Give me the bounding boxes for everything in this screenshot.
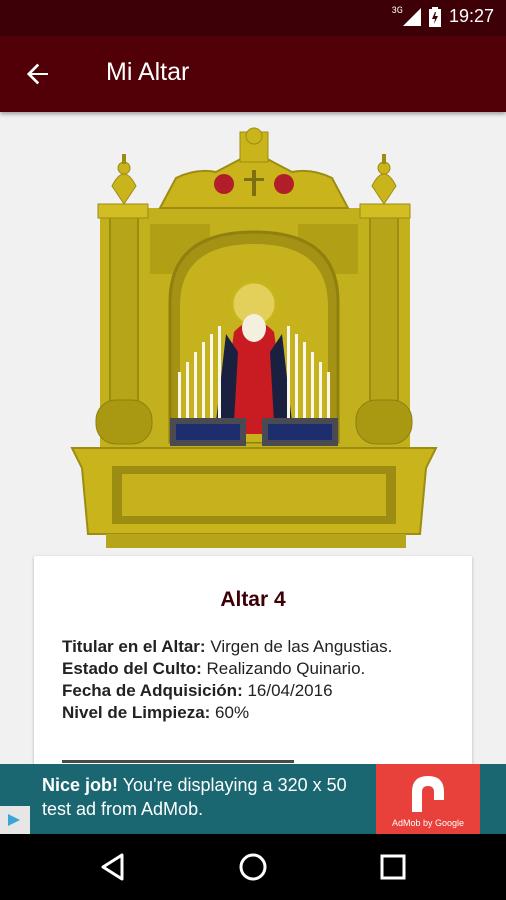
circle-home-icon[interactable] [236, 850, 270, 884]
battery-icon [428, 6, 441, 27]
triangle-back-icon[interactable] [96, 850, 130, 884]
fecha-value: 16/04/2016 [242, 681, 333, 700]
status-bar: 3G 19:27 [0, 0, 506, 36]
card-divider [62, 760, 294, 763]
signal-icon [402, 7, 421, 26]
admob-logo-icon [412, 776, 444, 812]
estado-value: Realizando Quinario. [201, 659, 366, 678]
estado-row: Estado del Culto: Realizando Quinario. [62, 658, 392, 680]
admob-logo[interactable]: AdMob by Google [376, 764, 480, 834]
page-title: Mi Altar [106, 58, 190, 86]
square-recents-icon[interactable] [376, 850, 410, 884]
admob-logo-text: AdMob by Google [391, 818, 465, 828]
app-toolbar: Mi Altar [0, 36, 506, 112]
status-icons: 3G 19:27 [392, 6, 494, 27]
fecha-label: Fecha de Adquisición: [62, 681, 243, 700]
altar-illustration [66, 122, 442, 554]
arrow-left-icon[interactable] [22, 58, 54, 90]
altar-details: Titular en el Altar: Virgen de las Angus… [62, 636, 392, 724]
altar-info-card: Altar 4 Titular en el Altar: Virgen de l… [34, 556, 472, 776]
titular-value: Virgen de las Angustias. [205, 637, 393, 656]
screen: 3G 19:27 Mi Altar Altar 4 Titular en el … [0, 0, 506, 900]
ad-choices-icon[interactable] [0, 806, 30, 834]
titular-label: Titular en el Altar: [62, 637, 206, 656]
ad-banner[interactable]: Nice job! You're displaying a 320 x 50 t… [0, 764, 506, 834]
altar-name: Altar 4 [220, 588, 286, 611]
ad-text[interactable]: Nice job! You're displaying a 320 x 50 t… [42, 773, 372, 821]
estado-label: Estado del Culto: [62, 659, 202, 678]
nivel-value: 60% [210, 703, 250, 722]
clock: 19:27 [448, 6, 494, 26]
titular-row: Titular en el Altar: Virgen de las Angus… [62, 636, 392, 658]
network-type-label: 3G [391, 5, 403, 16]
navigation-bar [0, 834, 506, 900]
fecha-row: Fecha de Adquisición: 16/04/2016 [62, 680, 392, 702]
nivel-row: Nivel de Limpieza: 60% [62, 702, 392, 724]
nivel-label: Nivel de Limpieza: [62, 703, 211, 722]
ad-headline: Nice job! [42, 775, 119, 795]
altar-image [70, 127, 438, 548]
